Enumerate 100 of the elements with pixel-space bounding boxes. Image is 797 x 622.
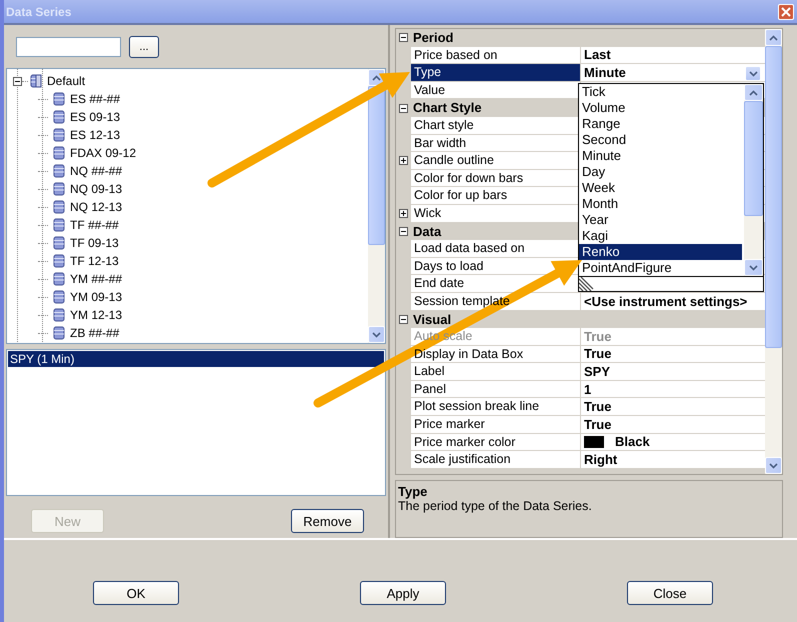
description-text: The period type of the Data Series. xyxy=(398,499,593,514)
property-name[interactable]: Candle outline xyxy=(411,152,581,170)
tree-item[interactable]: ES 09-13 xyxy=(70,110,120,124)
resize-grip-icon[interactable] xyxy=(579,277,595,291)
apply-button[interactable]: Apply xyxy=(360,581,446,605)
database-icon xyxy=(53,128,65,142)
scrollbar[interactable] xyxy=(744,84,763,276)
collapse-icon[interactable] xyxy=(399,314,408,324)
tree-item[interactable]: TF ##-## xyxy=(70,218,119,232)
scroll-up-icon[interactable] xyxy=(744,84,763,101)
property-name[interactable]: Price based on xyxy=(411,46,581,64)
scroll-down-icon[interactable] xyxy=(368,326,385,343)
database-icon xyxy=(53,236,65,250)
database-group-icon xyxy=(30,74,42,88)
dropdown-option[interactable]: Second xyxy=(579,132,744,148)
property-name[interactable]: Price marker xyxy=(411,416,581,434)
database-icon xyxy=(53,290,65,304)
description-title: Type xyxy=(398,484,428,500)
dropdown-option[interactable]: Tick xyxy=(579,84,744,100)
database-icon xyxy=(53,308,65,322)
property-name[interactable]: Load data based on xyxy=(411,240,581,258)
property-value: SPY xyxy=(584,364,610,380)
dropdown-icon[interactable] xyxy=(745,66,761,82)
property-value: Minute xyxy=(584,64,626,80)
dropdown-option[interactable]: Range xyxy=(579,116,744,132)
tree-item[interactable]: NQ 12-13 xyxy=(70,200,122,214)
collapse-icon[interactable] xyxy=(13,76,22,86)
search-field[interactable] xyxy=(16,37,121,57)
dropdown-option[interactable]: Renko xyxy=(579,244,742,260)
property-value: True xyxy=(584,399,612,414)
database-icon xyxy=(53,218,65,232)
tree-item[interactable]: YM ##-## xyxy=(70,272,122,286)
tree-item[interactable]: YM 12-13 xyxy=(70,308,122,322)
collapse-icon[interactable] xyxy=(399,33,408,42)
scroll-down-icon[interactable] xyxy=(744,259,763,276)
dropdown-option[interactable]: Minute xyxy=(579,148,744,164)
tree-item[interactable]: NQ 09-13 xyxy=(70,182,122,196)
dropdown-option[interactable]: Kagi xyxy=(579,228,744,244)
expand-icon[interactable] xyxy=(399,156,408,166)
database-icon xyxy=(53,110,65,124)
property-name[interactable]: Label xyxy=(411,363,581,381)
database-icon xyxy=(53,164,65,178)
scrollbar[interactable] xyxy=(765,29,782,474)
dropdown-option[interactable]: Volume xyxy=(579,100,744,116)
tree-item[interactable]: ZB ##-## xyxy=(70,326,120,340)
property-value: Black xyxy=(615,434,650,450)
property-name[interactable]: Bar width xyxy=(411,134,581,152)
expand-icon[interactable] xyxy=(399,209,408,218)
database-icon xyxy=(53,200,65,214)
remove-button[interactable]: Remove xyxy=(291,509,364,533)
dropdown-option[interactable]: Year xyxy=(579,212,744,228)
browse-button[interactable]: ... xyxy=(129,36,159,58)
property-value: True xyxy=(584,346,612,362)
dropdown-option[interactable]: Month xyxy=(579,196,744,212)
property-name[interactable]: Color for up bars xyxy=(411,187,581,205)
property-name[interactable]: Wick xyxy=(411,204,581,223)
database-icon xyxy=(53,182,65,196)
property-name[interactable]: Display in Data Box xyxy=(411,346,581,364)
database-icon xyxy=(53,272,65,286)
property-name[interactable]: Chart style xyxy=(411,116,581,135)
tree-item[interactable]: NQ ##-## xyxy=(70,164,122,178)
tree-item[interactable]: ES 12-13 xyxy=(70,128,120,142)
category-header: Visual xyxy=(412,310,452,328)
dropdown-option[interactable]: Day xyxy=(579,164,744,180)
property-value: 1 xyxy=(584,382,592,397)
scroll-up-icon[interactable] xyxy=(765,29,782,46)
category-header: Period xyxy=(412,29,454,47)
tree-item[interactable]: Default xyxy=(47,74,86,88)
tree-item[interactable]: TF 12-13 xyxy=(70,254,119,268)
property-name[interactable]: Price marker color xyxy=(411,434,581,452)
close-icon[interactable] xyxy=(778,4,794,20)
dropdown-option[interactable]: PointAndFigure xyxy=(579,260,744,276)
ok-button[interactable]: OK xyxy=(93,581,179,605)
dropdown-option[interactable]: Week xyxy=(579,180,744,196)
category-header: Data xyxy=(412,222,442,240)
tree-item[interactable]: ES ##-## xyxy=(70,92,120,106)
database-icon xyxy=(53,326,65,340)
property-name[interactable]: Panel xyxy=(411,380,581,398)
collapse-icon[interactable] xyxy=(399,104,408,113)
property-name[interactable]: Color for down bars xyxy=(411,170,581,188)
property-name[interactable]: Value xyxy=(411,82,581,100)
window-title: Data Series xyxy=(6,4,72,18)
database-icon xyxy=(53,254,65,268)
property-name[interactable]: Plot session break line xyxy=(411,398,581,416)
property-name[interactable]: Type xyxy=(411,64,581,82)
list-item[interactable]: SPY (1 Min) xyxy=(8,351,384,367)
database-icon xyxy=(53,146,65,160)
property-value: True xyxy=(584,416,612,432)
scroll-down-icon[interactable] xyxy=(765,457,782,474)
category-header: Chart Style xyxy=(412,99,482,117)
property-value: Last xyxy=(584,47,611,62)
property-value: True xyxy=(584,328,612,344)
property-name[interactable]: Scale justification xyxy=(411,451,581,469)
collapse-icon[interactable] xyxy=(399,226,408,236)
property-value: <Use instrument settings> xyxy=(584,294,748,309)
tree-item[interactable]: TF 09-13 xyxy=(70,236,119,250)
close-button[interactable]: Close xyxy=(627,581,713,605)
tree-item[interactable]: YM 09-13 xyxy=(70,290,122,304)
tree-item[interactable]: FDAX 09-12 xyxy=(70,146,136,160)
scrollbar[interactable] xyxy=(368,69,385,343)
